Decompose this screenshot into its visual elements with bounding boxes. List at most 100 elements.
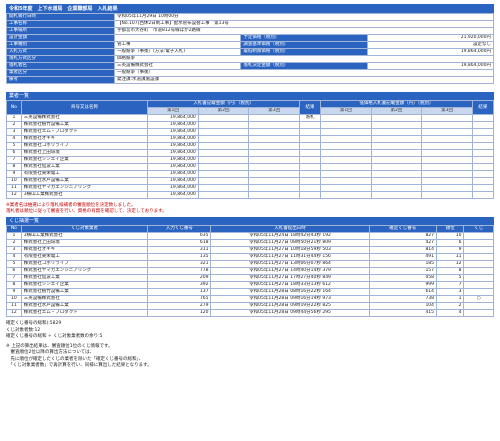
row-no: 6 — [6, 267, 22, 276]
rank: 10 — [436, 232, 465, 241]
bidder-name: 3横山工業株式会社 — [20, 232, 149, 241]
summary-label: 業者区分 — [6, 69, 115, 77]
low-bid-round1 — [320, 135, 372, 143]
col-header-no: No — [6, 100, 22, 115]
final-number: 614 — [368, 288, 438, 297]
low-bid-round3 — [421, 128, 473, 136]
col-header-round2: 第2回 — [197, 107, 250, 115]
low-bid-round2 — [370, 142, 423, 150]
low-bid-result — [471, 156, 495, 164]
bid-round3 — [248, 170, 300, 178]
bidder-name: 株式会社植竹設備工業 — [20, 288, 149, 297]
summary-value: 一般競争（事後）(方法:電子入札) — [113, 48, 242, 56]
table-row: 11 株式会社水戸設備工業 279 令和05年11月28日 09時19分22秒 825… — [6, 302, 494, 311]
row-no: 10 — [6, 177, 22, 185]
bidder-name: 株式会社ヤマカエンジニアリング — [20, 184, 149, 192]
low-bid-result — [471, 114, 495, 122]
low-bid-round1 — [320, 128, 372, 136]
summary-label: 備考 — [6, 76, 115, 84]
final-number: 491 — [368, 253, 438, 262]
input-number: 321 — [147, 260, 212, 269]
bid-round3 — [248, 184, 300, 192]
lottery-mark — [463, 267, 494, 276]
summary-row: 落札方式区分 価格競争 — [6, 55, 494, 63]
lottery-mark — [463, 288, 494, 297]
summary-value: 価格競争 — [114, 55, 494, 63]
summary-table: 開札執行日時 令和05年11月29日 10時00分 工事名称 【No.107]西… — [6, 13, 495, 84]
rank: 5 — [436, 274, 465, 283]
low-bid-round3 — [421, 114, 473, 122]
lottery-body: 1 3横山工業株式会社 635 令和05年11月24日 18時42分43秒 192 82… — [6, 232, 494, 318]
table-row: 1 3横山工業株式会社 635 令和05年11月24日 18時42分43秒 192 82… — [6, 232, 494, 241]
row-no: 8 — [6, 163, 22, 171]
input-number: 120 — [147, 309, 212, 318]
bid-result — [298, 121, 322, 129]
lottery-table: No くじ対象業者 入力くじ番号 入札書提出日時 確定くじ番号 順位 くじ 13… — [6, 225, 494, 318]
low-bid-round2 — [370, 149, 423, 157]
rank: 3 — [436, 288, 465, 297]
summary-label: 開札執行日時 — [6, 13, 115, 21]
submit-time: 令和05年11月28日 09時19分22秒 825 — [210, 302, 370, 311]
bidder-name: 株式会社上田環境 — [20, 239, 149, 248]
table-row: 9 株式会社植竹設備工業 137 令和05年11月28日 08時16分22秒 164 6… — [6, 288, 494, 297]
low-bid-result — [471, 184, 495, 192]
low-bid-round3 — [421, 149, 473, 157]
bid-result — [298, 128, 322, 136]
low-bid-round1 — [320, 156, 372, 164]
row-no: 5 — [6, 142, 22, 150]
low-bid-round2 — [370, 170, 423, 178]
bid-result — [298, 149, 322, 157]
bid-round3 — [248, 121, 300, 129]
low-bid-result — [471, 149, 495, 157]
table-row: 10 株式会社水戸設備工業 19,864,000 — [6, 177, 495, 185]
table-row: 10 三英設備株式会社 765 令和05年11月28日 09時16分19秒 973 73… — [6, 295, 494, 304]
table-row: 11 株式会社ヤマカエンジニアリング 19,864,000 — [6, 184, 495, 192]
table-row: 4 株式会社オギギ 19,864,000 — [6, 135, 495, 143]
summary-label: 落札決定金額（税別） — [240, 62, 368, 70]
low-bid-round2 — [370, 177, 423, 185]
row-no: 3 — [6, 246, 22, 255]
final-number: 415 — [368, 309, 438, 318]
bid-round3 — [248, 177, 300, 185]
summary-label: 落札方式区分 — [6, 55, 115, 63]
section-header-lottery: くじ抽選一覧 — [6, 217, 494, 226]
low-bid-round1 — [320, 121, 372, 129]
input-number: 778 — [147, 267, 212, 276]
bid-round1: 19,864,000 — [147, 121, 199, 129]
submit-time: 令和05年11月28日 08時16分22秒 164 — [210, 288, 370, 297]
table-row: 12 3横山工業株式会社 19,864,000 — [6, 191, 495, 199]
table-row: 5 株式会社コボリライフ 19,864,000 — [6, 142, 495, 150]
summary-label: 工事名称 — [6, 20, 115, 28]
low-bid-round2 — [370, 135, 423, 143]
bid-round2 — [197, 135, 250, 143]
table-row: 7 株式会社仙波工業 209 令和05年11月27日 17時27分40秒 849 058… — [6, 274, 494, 283]
lottery-mark — [463, 239, 494, 248]
rank: 2 — [436, 302, 465, 311]
low-bid-round3 — [421, 156, 473, 164]
col-header-result2: 結果 — [471, 100, 495, 115]
input-number: 618 — [147, 239, 212, 248]
summary-value: 設定なし — [366, 41, 495, 49]
low-bid-round1 — [320, 163, 372, 171]
bidder-name: 株式会社上田環境 — [20, 149, 149, 157]
col-header-round3: 第3回 — [248, 107, 300, 115]
lottery-mark — [463, 246, 494, 255]
bidder-name: 株式会社オギギ — [20, 246, 149, 255]
row-no: 11 — [6, 302, 22, 311]
summary-label: 落札者名 — [6, 62, 115, 70]
bidder-name: 株式会社コボリライフ — [20, 142, 149, 150]
summary-value: 管工事 — [113, 41, 242, 49]
lottery-mark — [463, 274, 494, 283]
table-row: 3 株式会社オギギ 311 令和05年11月27日 10時18分59秒 503 814 9 — [6, 246, 494, 255]
row-no: 12 — [6, 191, 22, 199]
bid-round2 — [197, 177, 250, 185]
col-header-result: 結果 — [298, 100, 322, 115]
summary-label: 予定価格（税別） — [240, 34, 368, 42]
input-number: 392 — [147, 281, 212, 290]
bid-round2 — [197, 163, 250, 171]
row-no: 8 — [6, 281, 22, 290]
table-row: 4 有限会社東栄電工 135 令和05年11月27日 11時31分44秒 156 491… — [6, 253, 494, 262]
rank: 1 — [436, 295, 465, 304]
input-number: 137 — [147, 288, 212, 297]
bid-round1: 19,864,000 — [147, 114, 199, 122]
